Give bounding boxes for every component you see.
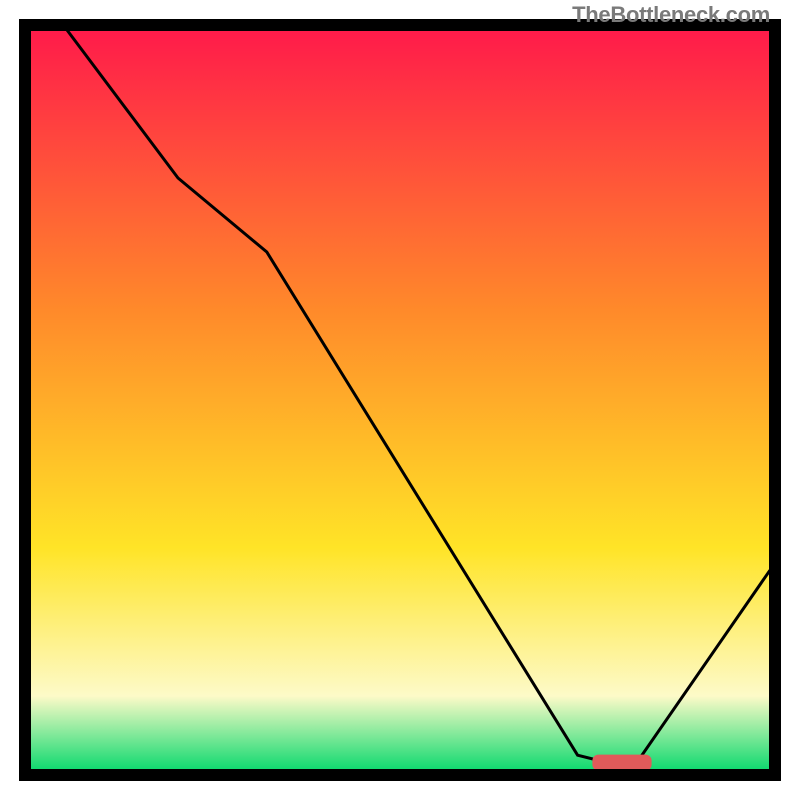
bottleneck-chart (0, 0, 800, 800)
optimal-marker (592, 755, 651, 771)
plot-area (25, 25, 775, 775)
chart-container: TheBottleneck.com (0, 0, 800, 800)
gradient-background (30, 30, 770, 770)
attribution-label: TheBottleneck.com (572, 2, 770, 28)
